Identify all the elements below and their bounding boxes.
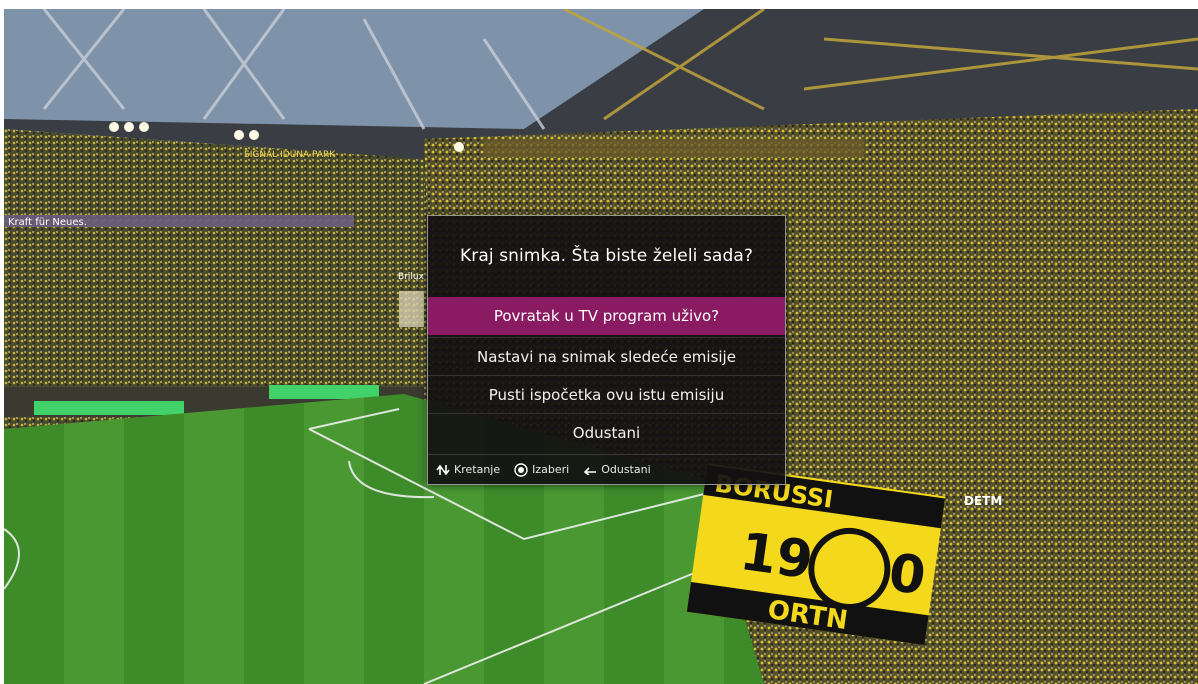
option-back-to-live[interactable]: Povratak u TV program uživo? — [428, 297, 785, 335]
flag-number-left: 19 — [737, 522, 817, 591]
navigate-arrows-icon — [436, 464, 450, 475]
hint-back-label: Odustani — [601, 463, 651, 476]
option-cancel[interactable]: Odustani — [428, 413, 785, 452]
ok-button-icon — [514, 462, 528, 477]
recording-end-dialog: Kraj snimka. Šta biste želeli sada? Povr… — [427, 215, 786, 485]
dialog-title: Kraj snimka. Šta biste želeli sada? — [460, 246, 753, 266]
back-arrow-icon — [584, 466, 597, 475]
banner-left-text: Kraft für Neues. — [8, 217, 87, 228]
hint-select-label: Izaberi — [532, 463, 570, 476]
hint-navigate-label: Kretanje — [454, 463, 501, 476]
option-next-recording[interactable]: Nastavi na snimak sledeće emisije — [428, 337, 785, 376]
billboard-text: Brilux — [398, 272, 425, 282]
ad-right-text: DETM — [964, 494, 1002, 508]
hint-navigate: Kretanje — [436, 463, 500, 476]
key-hints-bar: Kretanje Izaberi Odustani — [428, 454, 785, 484]
hint-select: Izaberi — [514, 462, 570, 477]
option-restart-show[interactable]: Pusti ispočetka ovu istu emisiju — [428, 375, 785, 414]
banner-center-text: SIGNAL IDUNA PARK — [244, 150, 336, 160]
hint-back: Odustani — [583, 463, 651, 476]
